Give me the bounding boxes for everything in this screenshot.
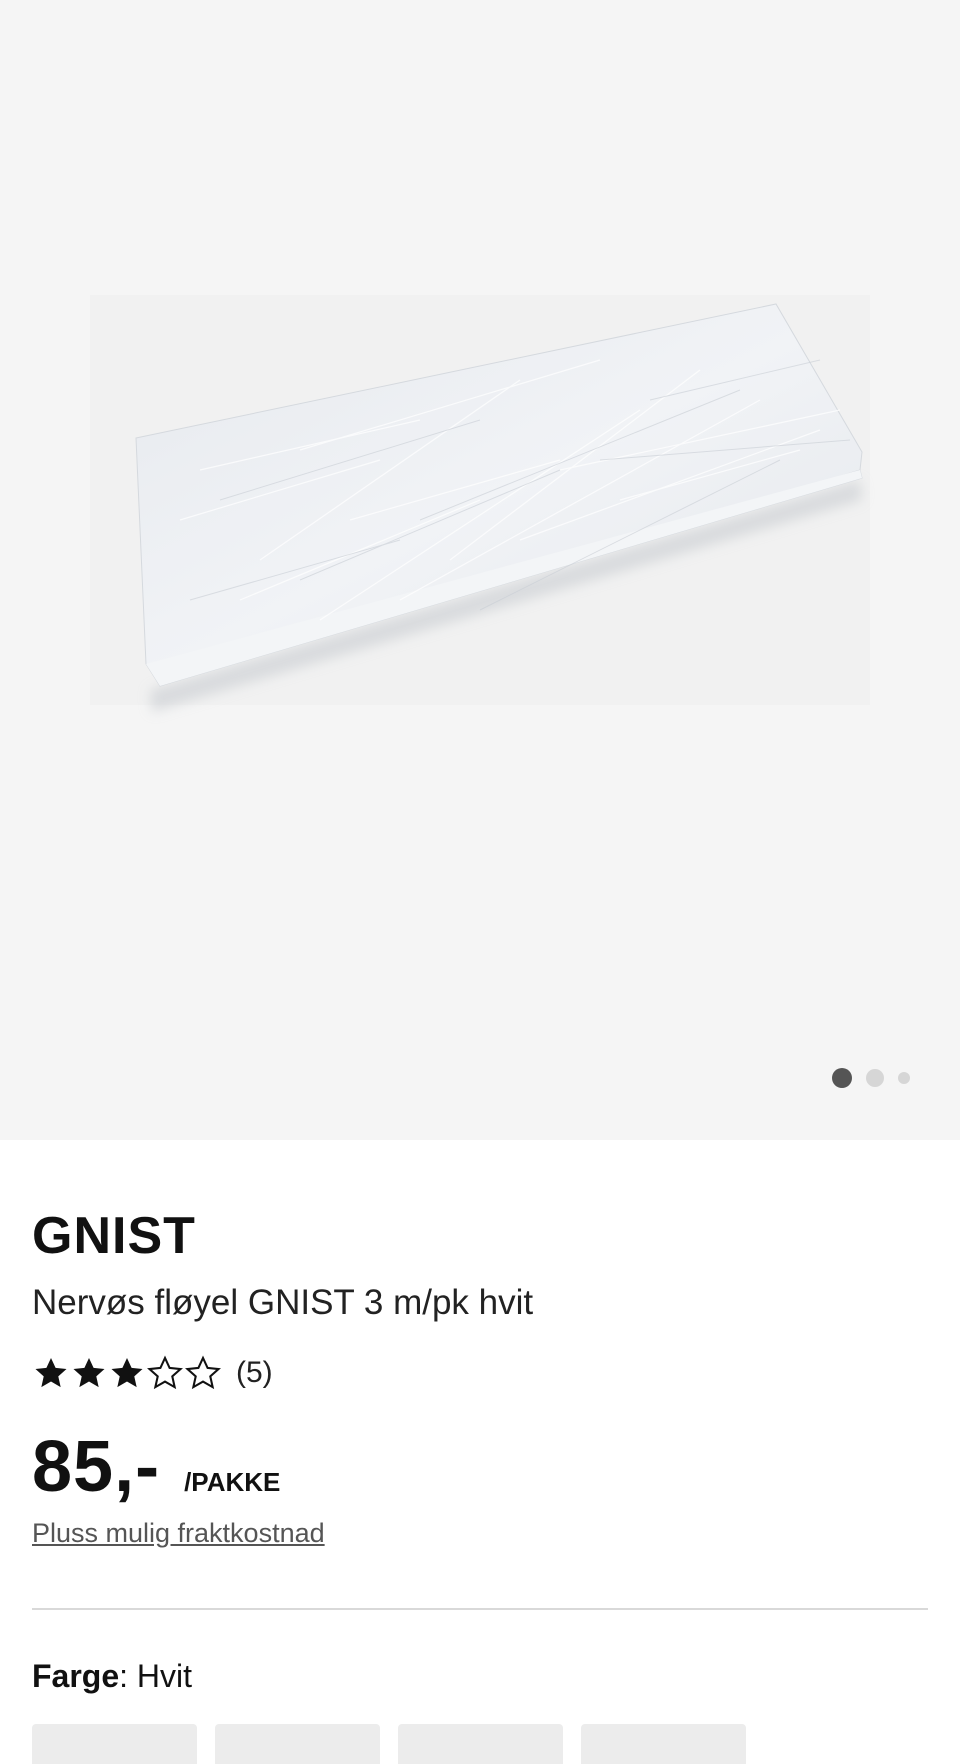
star-filled-icon — [73, 1357, 105, 1388]
product-brand: GNIST — [32, 1207, 196, 1265]
color-swatch[interactable] — [398, 1724, 563, 1764]
divider — [32, 1608, 928, 1610]
product-price: 85,- — [32, 1427, 161, 1507]
color-separator: : — [119, 1658, 137, 1694]
review-count[interactable]: (5) — [236, 1356, 273, 1390]
pagination-dot-2[interactable] — [866, 1069, 884, 1087]
price-row: 85,- /PAKKE — [32, 1426, 280, 1508]
star-filled-icon — [111, 1357, 143, 1388]
product-rating[interactable]: (5) — [32, 1354, 273, 1392]
star-empty-icon — [147, 1355, 183, 1390]
color-swatches — [32, 1724, 746, 1764]
pagination-dot-1[interactable] — [832, 1068, 852, 1088]
gallery-pagination — [832, 1068, 910, 1088]
star-filled-icon — [35, 1357, 67, 1388]
product-image[interactable] — [0, 0, 960, 1140]
product-description: Nervøs fløyel GNIST 3 m/pk hvit — [32, 1283, 534, 1322]
pagination-dot-3[interactable] — [898, 1072, 910, 1084]
color-selection: Farge: Hvit — [32, 1658, 192, 1695]
shipping-cost-link[interactable]: Pluss mulig fraktkostnad — [32, 1518, 325, 1549]
color-swatch[interactable] — [32, 1724, 197, 1764]
color-swatch[interactable] — [581, 1724, 746, 1764]
color-value: Hvit — [136, 1658, 193, 1694]
product-gallery[interactable] — [0, 0, 960, 1140]
color-label: Farge — [32, 1658, 120, 1694]
color-swatch[interactable] — [215, 1724, 380, 1764]
star-empty-icon — [185, 1355, 221, 1390]
price-unit: /PAKKE — [184, 1467, 281, 1497]
